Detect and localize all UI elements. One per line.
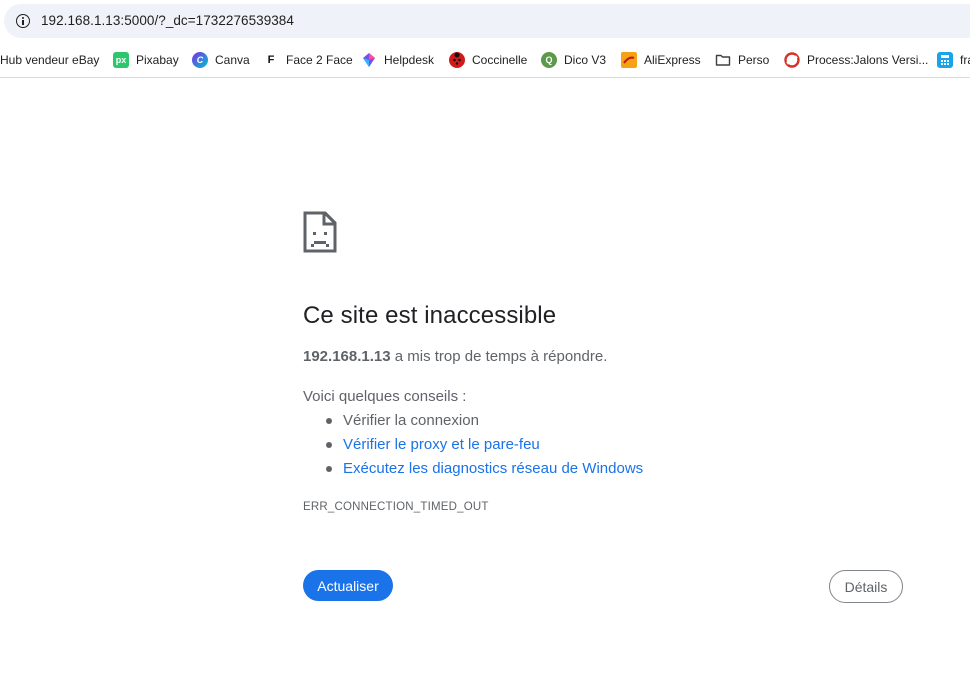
suggestions-heading: Voici quelques conseils : xyxy=(303,388,467,405)
error-description: 192.168.1.13 a mis trop de temps à répon… xyxy=(303,348,607,365)
ladybug-icon xyxy=(449,52,465,68)
bookmark-canva[interactable]: C Canva xyxy=(192,49,250,71)
suggestion-check-connection: Vérifier la connexion xyxy=(303,412,643,436)
dico-icon: Q xyxy=(541,52,557,68)
error-message: a mis trop de temps à répondre. xyxy=(390,348,608,365)
bookmark-fra[interactable]: fra xyxy=(937,49,970,71)
canva-icon: C xyxy=(192,52,208,68)
suggestion-run-diagnostics-link[interactable]: Exécutez les diagnostics réseau de Windo… xyxy=(303,460,643,484)
bookmark-helpdesk[interactable]: Helpdesk xyxy=(361,49,434,71)
suggestion-check-proxy-link[interactable]: Vérifier le proxy et le pare-feu xyxy=(303,436,643,460)
info-icon[interactable] xyxy=(16,14,30,28)
helpdesk-icon xyxy=(361,52,377,68)
error-host: 192.168.1.13 xyxy=(303,348,391,365)
bookmark-label: Face 2 Face xyxy=(286,53,353,67)
bookmark-hub-vendeur-ebay[interactable]: Hub vendeur eBay xyxy=(0,49,99,71)
bookmark-label: Coccinelle xyxy=(472,53,528,67)
bookmark-folder-perso[interactable]: Perso xyxy=(715,49,769,71)
reload-button[interactable]: Actualiser xyxy=(303,570,393,601)
error-title: Ce site est inaccessible xyxy=(303,302,557,329)
face2face-icon: F xyxy=(263,52,279,68)
bookmark-label: Pixabay xyxy=(136,53,179,67)
bookmark-coccinelle[interactable]: Coccinelle xyxy=(449,49,527,71)
bookmark-label: Process:Jalons Versi... xyxy=(807,53,929,67)
bookmark-face-2-face[interactable]: F Face 2 Face xyxy=(263,49,353,71)
url-text[interactable]: 192.168.1.13:5000/?_dc=1732276539384 xyxy=(41,13,294,28)
process-icon xyxy=(784,52,800,68)
bookmark-pixabay[interactable]: px Pixabay xyxy=(113,49,179,71)
pixabay-icon: px xyxy=(113,52,129,68)
bookmark-aliexpress[interactable]: AliExpress xyxy=(621,49,701,71)
calculator-icon xyxy=(937,52,953,68)
folder-icon xyxy=(715,52,731,68)
details-button[interactable]: Détails xyxy=(829,570,903,603)
bookmark-process-jalons[interactable]: Process:Jalons Versi... xyxy=(784,49,928,71)
sad-page-icon xyxy=(303,211,337,258)
omnibox[interactable]: 192.168.1.13:5000/?_dc=1732276539384 xyxy=(4,4,970,38)
bookmark-label: Hub vendeur eBay xyxy=(0,53,100,67)
bookmark-dico-v3[interactable]: Q Dico V3 xyxy=(541,49,606,71)
bookmarks-bar: Hub vendeur eBay px Pixabay C Canva F Fa… xyxy=(0,42,970,78)
bookmark-label: Helpdesk xyxy=(384,53,435,67)
suggestions-list: Vérifier la connexion Vérifier le proxy … xyxy=(303,412,643,484)
bookmark-label: Perso xyxy=(738,53,770,67)
error-code: ERR_CONNECTION_TIMED_OUT xyxy=(303,501,489,513)
address-bar-row: 192.168.1.13:5000/?_dc=1732276539384 xyxy=(0,0,970,42)
bookmark-label: fra xyxy=(960,53,970,67)
bookmark-label: Canva xyxy=(215,53,250,67)
bookmark-label: AliExpress xyxy=(644,53,701,67)
bookmark-label: Dico V3 xyxy=(564,53,607,67)
aliexpress-icon xyxy=(621,52,637,68)
